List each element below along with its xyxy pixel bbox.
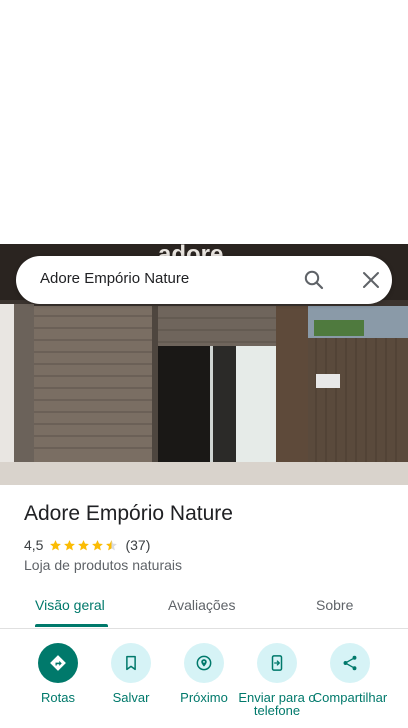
send-to-phone-icon <box>271 655 283 671</box>
active-tab-indicator <box>35 624 108 627</box>
star-icon <box>78 539 90 550</box>
tab-overview[interactable]: Visão geral <box>35 597 105 613</box>
search-icon[interactable] <box>302 268 326 292</box>
share-button[interactable]: Compartilhar <box>310 643 390 704</box>
share-label: Compartilhar <box>312 690 388 705</box>
close-icon[interactable] <box>359 268 383 292</box>
directions-label: Rotas <box>41 690 75 705</box>
save-button[interactable]: Salvar <box>91 643 171 704</box>
map-area[interactable] <box>0 0 408 244</box>
share-icon <box>343 655 357 671</box>
save-label: Salvar <box>112 690 150 705</box>
rating-stars <box>49 539 119 552</box>
action-bar: Rotas Salvar Próximo Enviar para o telef… <box>0 640 408 728</box>
send-to-phone-label: Enviar para o telefone <box>238 690 316 718</box>
search-bar[interactable]: Adore Empório Nature <box>16 256 392 304</box>
send-to-phone-button[interactable]: Enviar para o telefone <box>237 643 317 717</box>
place-category: Loja de produtos naturais <box>24 557 182 573</box>
half-star-icon <box>106 539 118 550</box>
rating-row[interactable]: 4,5 (37) <box>24 537 150 553</box>
star-icon <box>92 539 104 550</box>
tab-about[interactable]: Sobre <box>316 597 353 613</box>
tab-bar: Visão geral Avaliações Sobre <box>0 590 408 629</box>
star-icon <box>50 539 62 550</box>
rating-value: 4,5 <box>24 537 44 553</box>
nearby-label: Próximo <box>180 690 228 705</box>
place-title: Adore Empório Nature <box>24 502 233 525</box>
star-icon <box>64 539 76 550</box>
tab-reviews[interactable]: Avaliações <box>168 597 235 613</box>
nearby-icon <box>196 655 212 671</box>
review-count[interactable]: (37) <box>125 537 150 553</box>
nearby-button[interactable]: Próximo <box>164 643 244 704</box>
directions-button[interactable]: Rotas <box>18 643 98 704</box>
search-input[interactable]: Adore Empório Nature <box>40 270 189 287</box>
bookmark-icon <box>126 655 136 671</box>
directions-icon <box>50 655 66 671</box>
